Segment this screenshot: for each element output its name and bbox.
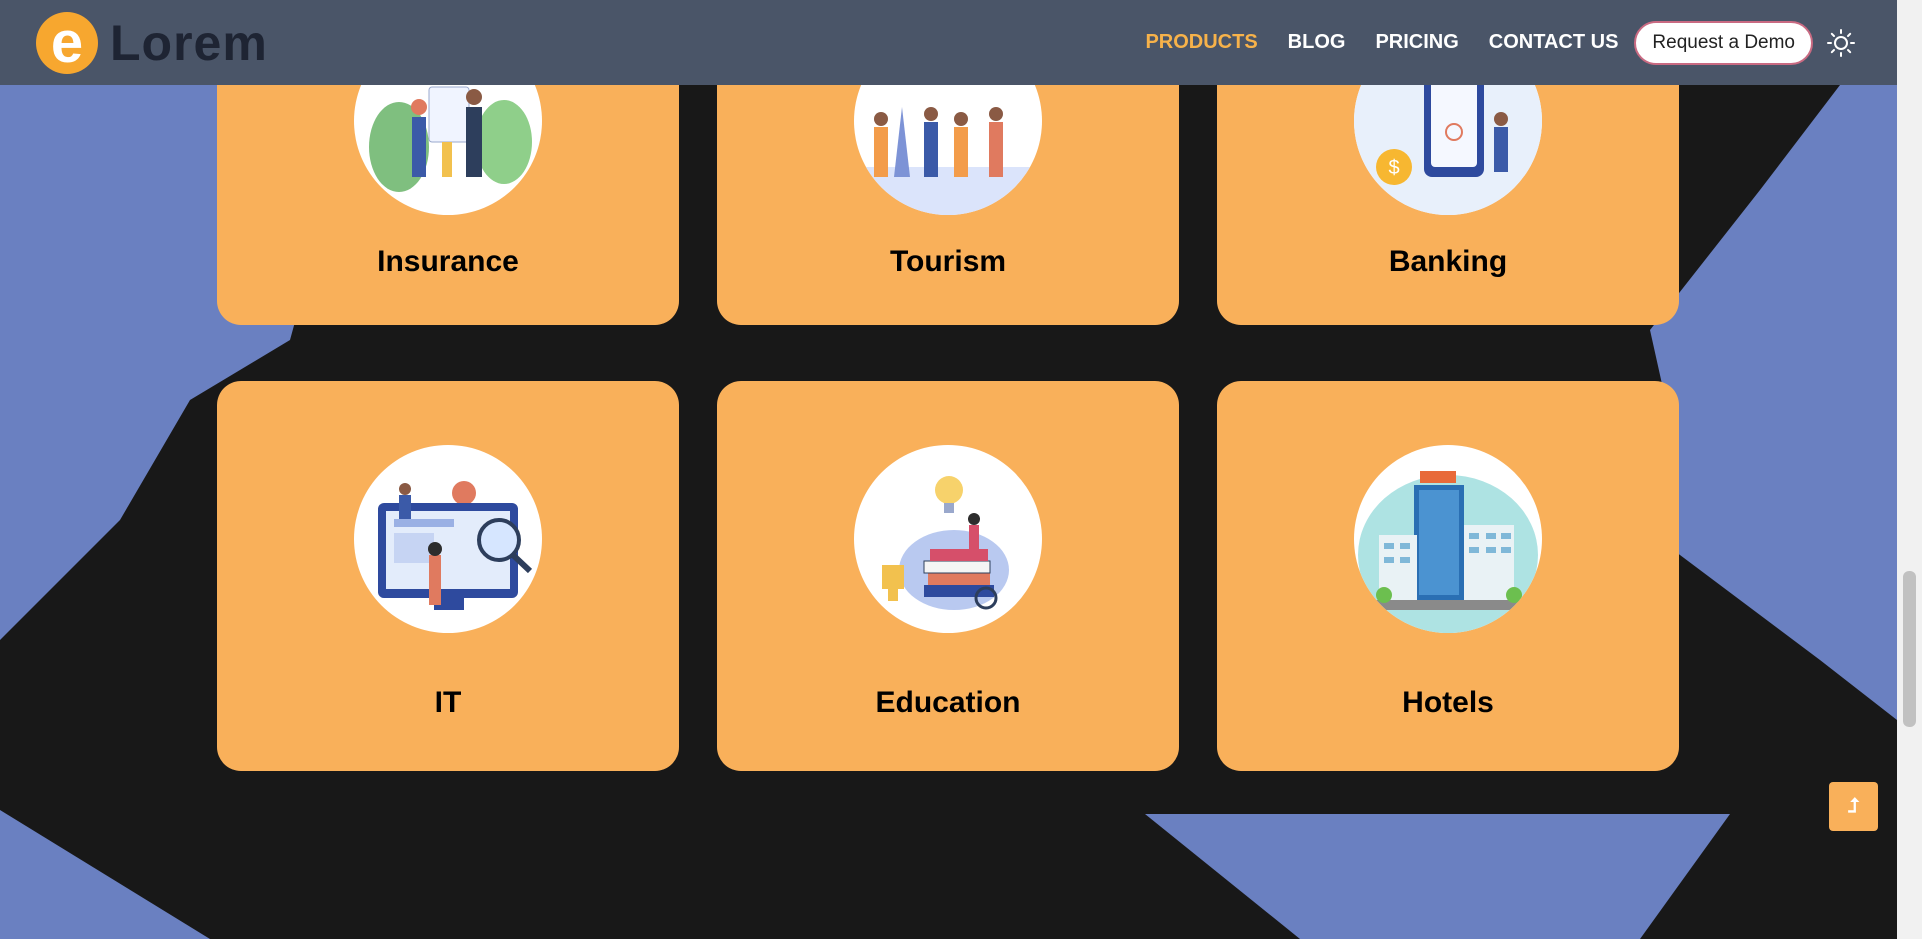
nav-link-products[interactable]: PRODUCTS	[1145, 31, 1257, 54]
card-it[interactable]: IT	[217, 381, 679, 771]
nav-link-contact-us[interactable]: CONTACT US	[1489, 31, 1619, 54]
svg-text:$: $	[1388, 157, 1399, 179]
industry-cards-grid: Insurance Tourism $ Banking IT Education…	[0, 0, 1897, 939]
logo-mark: e	[36, 11, 98, 74]
page-scrollbar[interactable]	[1897, 0, 1922, 939]
nav-link-blog[interactable]: BLOG	[1288, 31, 1346, 54]
brand-logo[interactable]: e Lorem	[36, 11, 268, 74]
card-label: IT	[434, 686, 462, 719]
card-hotels[interactable]: Hotels	[1217, 381, 1679, 771]
scrollbar-thumb[interactable]	[1903, 571, 1916, 727]
card-banking[interactable]: $ Banking	[1217, 60, 1679, 325]
scroll-to-top-button[interactable]: ⮥	[1829, 782, 1878, 831]
card-tourism[interactable]: Tourism	[717, 60, 1179, 325]
card-insurance[interactable]: Insurance	[217, 60, 679, 325]
card-label: Tourism	[889, 245, 1007, 278]
it-illustration-icon	[354, 445, 542, 633]
arrow-up-icon: ⮥	[1847, 795, 1860, 817]
card-label: Insurance	[377, 245, 519, 278]
card-label: Banking	[1388, 245, 1508, 278]
card-label: Education	[875, 686, 1021, 719]
sun-icon[interactable]	[1825, 27, 1857, 59]
card-education[interactable]: Education	[717, 381, 1179, 771]
card-label: Hotels	[1402, 686, 1494, 719]
top-navbar: e Lorem PRODUCTS BLOG PRICING CONTACT US…	[0, 0, 1897, 85]
education-illustration-icon	[854, 445, 1042, 633]
main-nav: PRODUCTS BLOG PRICING CONTACT US Request…	[1115, 20, 1857, 65]
nav-link-pricing[interactable]: PRICING	[1375, 31, 1458, 54]
request-demo-button[interactable]: Request a Demo	[1634, 20, 1813, 65]
hotels-illustration-icon	[1354, 445, 1542, 633]
logo-text: Lorem	[110, 14, 268, 71]
